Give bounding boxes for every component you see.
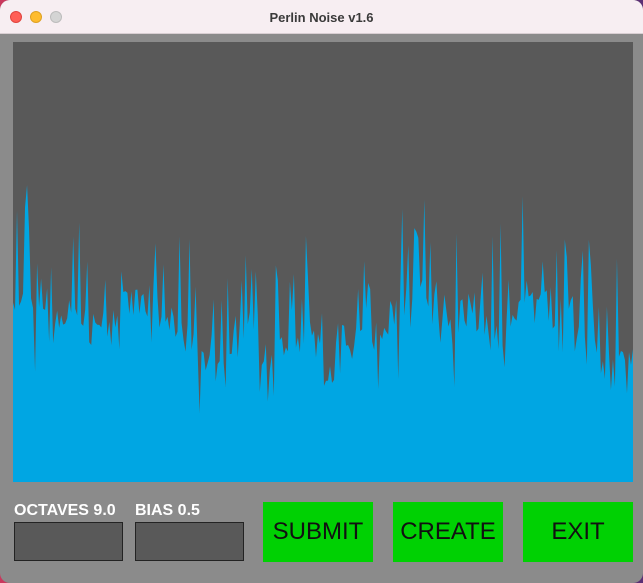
exit-button[interactable]: EXIT — [523, 502, 633, 562]
window-titlebar[interactable]: Perlin Noise v1.6 — [0, 0, 643, 34]
octaves-input[interactable] — [14, 522, 123, 561]
bias-label: BIAS 0.5 — [135, 502, 200, 519]
window-title: Perlin Noise v1.6 — [269, 10, 374, 25]
perlin-noise-graph — [13, 42, 633, 482]
bias-input[interactable] — [135, 522, 244, 561]
app-window: Perlin Noise v1.6 OCTAVES 9.0 BIAS 0.5 S… — [0, 0, 643, 583]
octaves-label: OCTAVES 9.0 — [14, 502, 116, 519]
perlin-noise-view — [13, 42, 633, 482]
submit-button[interactable]: SUBMIT — [263, 502, 373, 562]
create-button[interactable]: CREATE — [393, 502, 503, 562]
